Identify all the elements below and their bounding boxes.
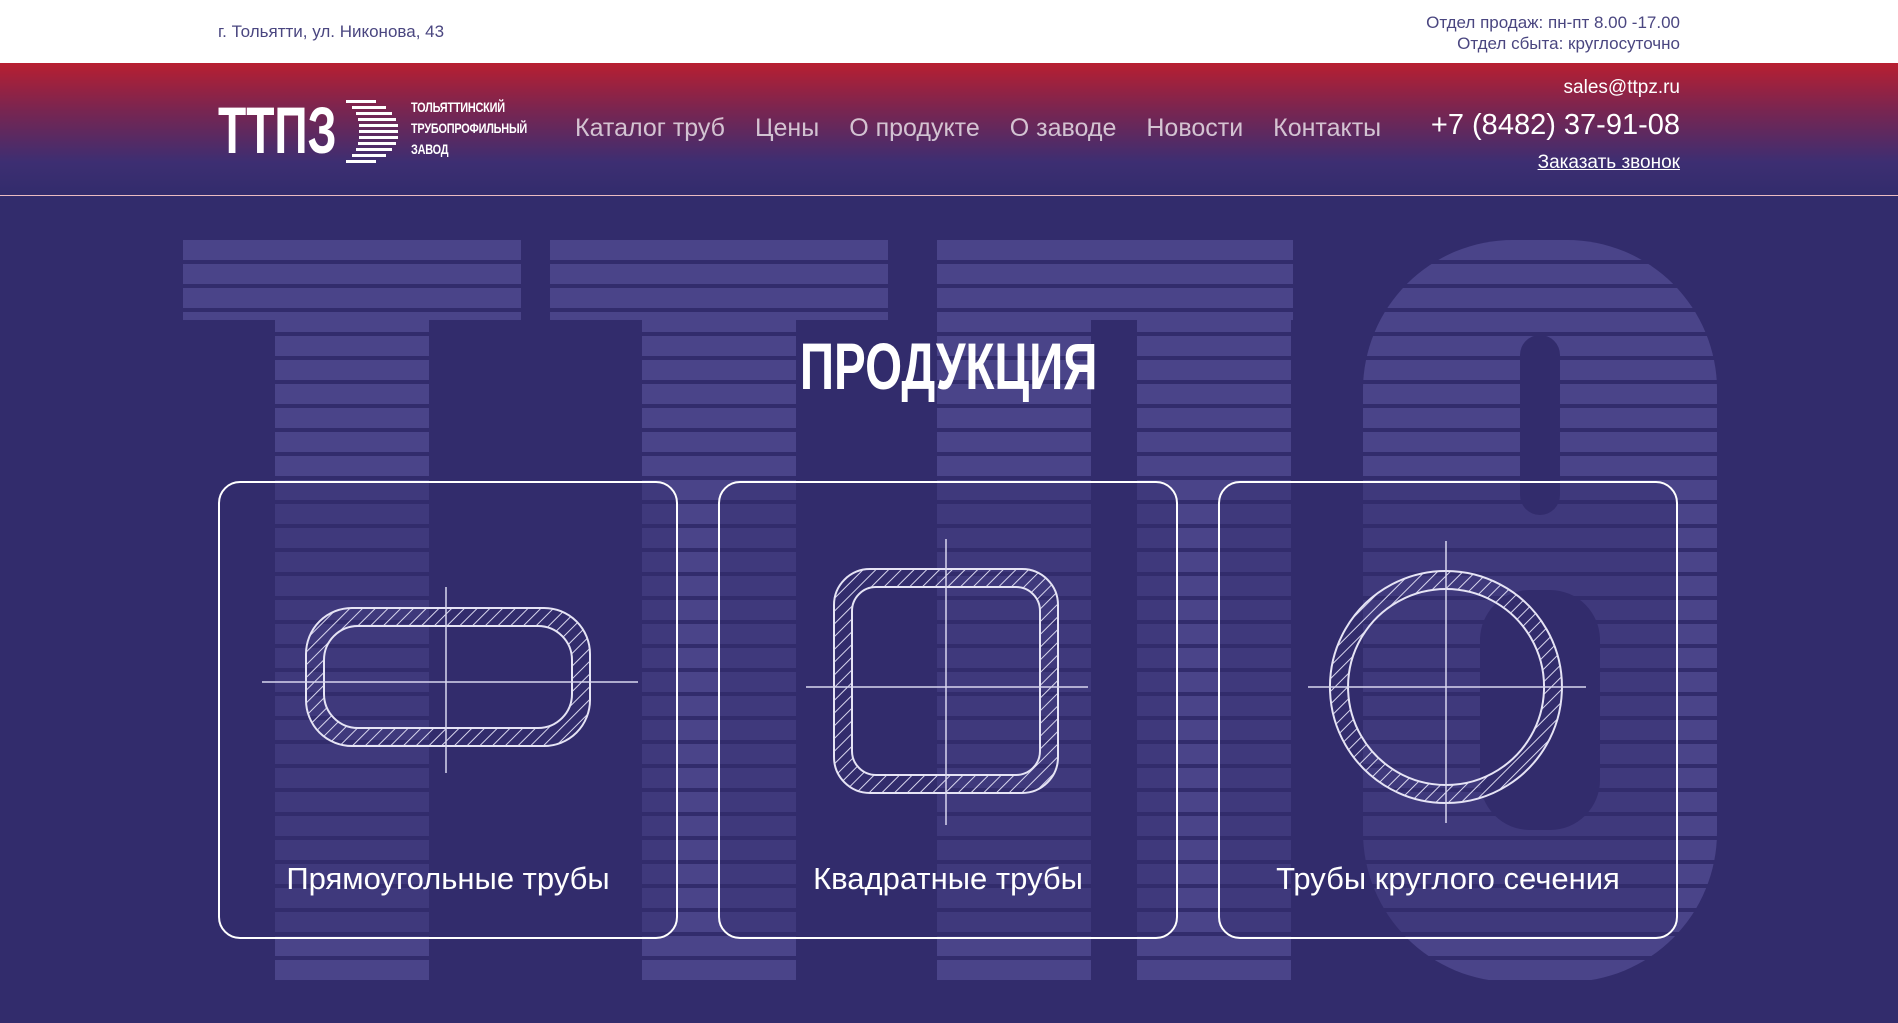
nav-item-prices[interactable]: Цены [755, 114, 819, 143]
card-label-rectangular: Прямоугольные трубы [286, 861, 610, 896]
card-label-square: Квадратные трубы [813, 861, 1083, 896]
nav-item-news[interactable]: Новости [1146, 114, 1243, 143]
section-title-text: ПРОДУКЦИЯ [800, 329, 1098, 403]
ttpz-logo-icon: ТТПЗ [218, 95, 398, 165]
top-info-bar: г. Тольятти, ул. Никонова, 43 Отдел прод… [0, 0, 1898, 63]
sales-hours-text: Отдел продаж: пн-пт 8.00 -17.00 [1426, 13, 1680, 32]
tagline-line-3: завод [411, 141, 449, 157]
logo-mark-text: ТТПЗ [218, 95, 337, 165]
header-contacts: sales@ttpz.ru +7 (8482) 37-91-08 Заказат… [1431, 77, 1680, 174]
nav-item-catalog[interactable]: Каталог труб [575, 114, 725, 143]
site-logo[interactable]: ТТПЗ Тольяттинский трубопрофильный завод [218, 95, 538, 165]
request-call-link[interactable]: Заказать звонок [1431, 152, 1680, 174]
main-nav: Каталог труб Цены О продукте О заводе Но… [575, 114, 1381, 143]
email-link[interactable]: sales@ttpz.ru [1431, 77, 1680, 105]
address-text: г. Тольятти, ул. Никонова, 43 [218, 22, 445, 41]
nav-item-contacts[interactable]: Контакты [1273, 114, 1381, 143]
section-title: ПРОДУКЦИЯ [0, 328, 1898, 404]
work-hours: Отдел продаж: пн-пт 8.00 -17.00 Отдел сб… [1426, 12, 1680, 54]
site-header: ТТПЗ Тольяттинский трубопрофильный завод [0, 63, 1898, 196]
card-label-round: Трубы круглого сечения [1276, 861, 1620, 896]
nav-item-about-product[interactable]: О продукте [849, 114, 980, 143]
tagline-line-1: Тольяттинский [411, 99, 505, 115]
logo-tagline: Тольяттинский трубопрофильный завод [411, 97, 527, 160]
product-card-square[interactable]: Квадратные трубы [718, 481, 1178, 939]
phone-number[interactable]: +7 (8482) 37-91-08 [1431, 109, 1680, 142]
nav-item-about-plant[interactable]: О заводе [1010, 114, 1117, 143]
product-card-round[interactable]: Трубы круглого сечения [1218, 481, 1678, 939]
product-card-rectangular[interactable]: Прямоугольные трубы [218, 481, 678, 939]
dispatch-hours-text: Отдел сбыта: круглосуточно [1457, 34, 1680, 53]
tagline-line-2: трубопрофильный [411, 120, 528, 136]
